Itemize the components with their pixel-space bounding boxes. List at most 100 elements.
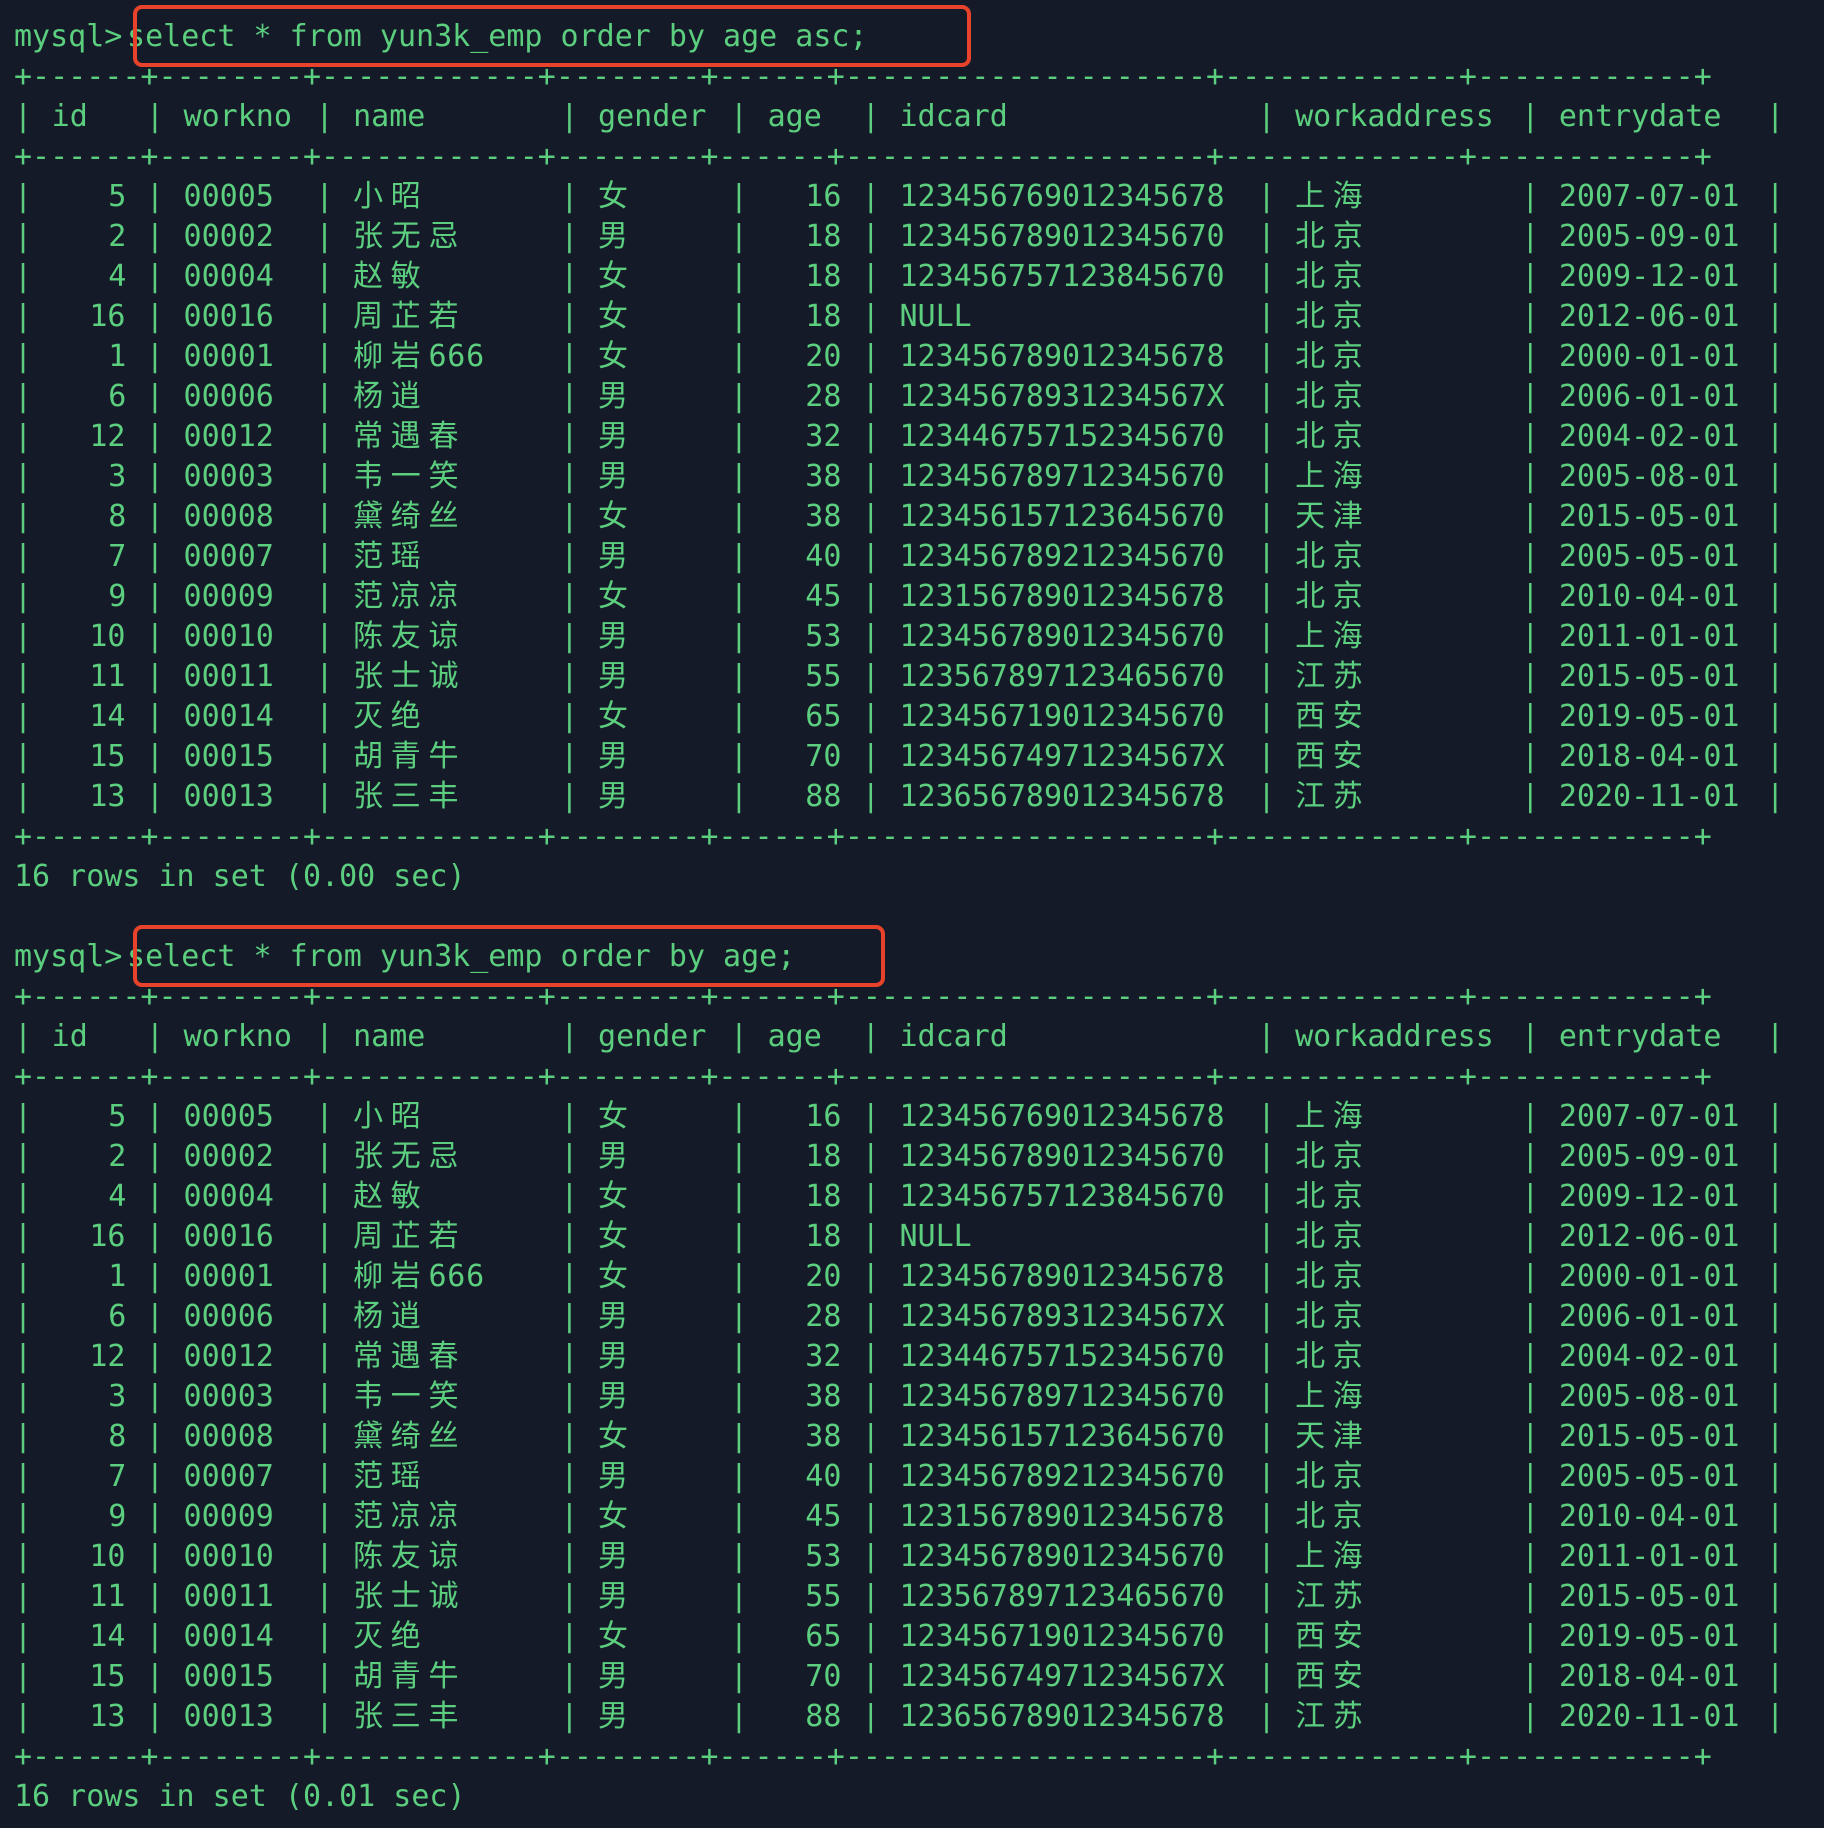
cell-workno: 00003 bbox=[183, 1379, 274, 1414]
cell-entrydate: 2011-01-01 bbox=[1558, 619, 1740, 654]
cell-id: 4 bbox=[108, 259, 127, 294]
column-separator: | bbox=[1766, 539, 1785, 574]
column-separator: | bbox=[1521, 1179, 1540, 1214]
table-row: | | | | | | | | | 7 00007 范瑶男 40 123456789212345670 北京… bbox=[0, 537, 1824, 577]
column-separator: | bbox=[145, 339, 164, 374]
column-separator: | bbox=[1766, 1659, 1785, 1694]
result-summary-line: 16 rows in set (0.01 sec) bbox=[0, 1777, 1824, 1817]
column-separator: | bbox=[560, 499, 579, 534]
mysql-prompt: mysql> bbox=[14, 939, 123, 974]
cell-idcard: NULL bbox=[899, 1219, 972, 1254]
cell-id: 12 bbox=[89, 1339, 126, 1374]
column-separator: | bbox=[145, 739, 164, 774]
column-separator: | bbox=[315, 1579, 334, 1614]
cell-workno: 00008 bbox=[183, 499, 274, 534]
column-separator: | bbox=[1521, 739, 1540, 774]
column-separator: | bbox=[861, 1019, 880, 1054]
column-separator: | bbox=[861, 1299, 880, 1334]
column-header-workaddress: workaddress bbox=[1295, 1019, 1494, 1054]
cell-workno: 00015 bbox=[183, 739, 274, 774]
column-separator: | bbox=[14, 1139, 33, 1174]
table-row: | | | | | | | | | 8 00008 黛绮丝女 38 123456157123645670 天… bbox=[0, 1417, 1824, 1457]
cell-workno: 00016 bbox=[183, 1219, 274, 1254]
cell-id: 5 bbox=[108, 179, 127, 214]
cell-workno: 00012 bbox=[183, 1339, 274, 1374]
table-row: | | | | | | | | | 16 00016 周芷若女 18 NULL 北京 2012-06-01 bbox=[0, 1217, 1824, 1257]
column-separator: | bbox=[1257, 299, 1276, 334]
cell-age: 18 bbox=[805, 1219, 842, 1254]
column-separator: | bbox=[1521, 219, 1540, 254]
column-separator: | bbox=[1766, 419, 1785, 454]
column-separator: | bbox=[560, 259, 579, 294]
column-separator: | bbox=[729, 579, 748, 614]
column-separator: | bbox=[145, 1259, 164, 1294]
cell-age: 55 bbox=[805, 1579, 842, 1614]
column-separator: | bbox=[729, 1539, 748, 1574]
table-row: | | | | | | | | | 5 00005 小昭女 16 123456769012345678 上海… bbox=[0, 177, 1824, 217]
column-header-gender: gender bbox=[598, 1019, 707, 1054]
column-separator: | bbox=[861, 299, 880, 334]
cell-workno: 00001 bbox=[183, 1259, 274, 1294]
cell-entrydate: 2018-04-01 bbox=[1558, 739, 1740, 774]
column-separator: | bbox=[315, 1659, 334, 1694]
cell-workno: 00004 bbox=[183, 259, 274, 294]
column-separator: | bbox=[861, 619, 880, 654]
column-separator: | bbox=[1521, 419, 1540, 454]
cell-workno: 00006 bbox=[183, 379, 274, 414]
column-separator: | bbox=[729, 1659, 748, 1694]
table-row: | | | | | | | | | 5 00005 小昭女 16 123456769012345678 上海… bbox=[0, 1097, 1824, 1137]
column-separator: | bbox=[560, 1659, 579, 1694]
cell-idcard: 123656789012345678 bbox=[899, 1699, 1225, 1734]
column-separator: | bbox=[145, 459, 164, 494]
cell-idcard: 123446757152345670 bbox=[899, 1339, 1225, 1374]
column-separator: | bbox=[861, 1139, 880, 1174]
cell-age: 55 bbox=[805, 659, 842, 694]
table-top-border: +------+--------+------------+--------+-… bbox=[0, 977, 1824, 1017]
column-separator: | bbox=[315, 619, 334, 654]
table-row: | | | | | | | | | 6 00006 杨逍男 28 12345678931234567X 北京… bbox=[0, 377, 1824, 417]
column-separator: | bbox=[1257, 1299, 1276, 1334]
column-separator: | bbox=[729, 459, 748, 494]
column-separator: | bbox=[861, 1339, 880, 1374]
column-separator: | bbox=[560, 1219, 579, 1254]
column-separator: | bbox=[1521, 1539, 1540, 1574]
column-separator: | bbox=[1766, 1259, 1785, 1294]
column-separator: | bbox=[1521, 259, 1540, 294]
column-separator: | bbox=[1257, 499, 1276, 534]
cell-id: 6 bbox=[108, 1299, 127, 1334]
column-separator: | bbox=[14, 379, 33, 414]
cell-workno: 00009 bbox=[183, 579, 274, 614]
column-separator: | bbox=[560, 299, 579, 334]
table-border: +------+--------+------------+--------+-… bbox=[14, 819, 1712, 854]
column-separator: | bbox=[1766, 179, 1785, 214]
cell-workno: 00005 bbox=[183, 179, 274, 214]
column-separator: | bbox=[560, 1539, 579, 1574]
result-summary: 16 rows in set (0.00 sec) bbox=[14, 859, 466, 894]
column-separator: | bbox=[315, 419, 334, 454]
column-separator: | bbox=[145, 1659, 164, 1694]
cell-idcard: 123456789212345670 bbox=[899, 1459, 1225, 1494]
column-separator: | bbox=[315, 1619, 334, 1654]
column-separator: | bbox=[560, 339, 579, 374]
column-separator: | bbox=[14, 699, 33, 734]
cell-age: 70 bbox=[805, 1659, 842, 1694]
column-separator: | bbox=[729, 739, 748, 774]
column-separator: | bbox=[315, 1139, 334, 1174]
cell-age: 32 bbox=[805, 1339, 842, 1374]
column-separator: | bbox=[1766, 739, 1785, 774]
column-separator: | bbox=[861, 699, 880, 734]
column-separator: | bbox=[861, 1659, 880, 1694]
cell-age: 38 bbox=[805, 459, 842, 494]
cell-age: 40 bbox=[805, 1459, 842, 1494]
cell-entrydate: 2020-11-01 bbox=[1558, 779, 1740, 814]
column-separator: | bbox=[729, 1699, 748, 1734]
cell-idcard: 123456719012345670 bbox=[899, 699, 1225, 734]
table-row: | | | | | | | | | 12 00012 常遇春男 32 123446757152345670… bbox=[0, 417, 1824, 457]
column-separator: | bbox=[1257, 1339, 1276, 1374]
table-border: +------+--------+------------+--------+-… bbox=[14, 1059, 1712, 1094]
column-separator: | bbox=[1257, 219, 1276, 254]
cell-workno: 00013 bbox=[183, 1699, 274, 1734]
column-separator: | bbox=[560, 419, 579, 454]
column-separator: | bbox=[1521, 619, 1540, 654]
column-separator: | bbox=[1766, 1499, 1785, 1534]
